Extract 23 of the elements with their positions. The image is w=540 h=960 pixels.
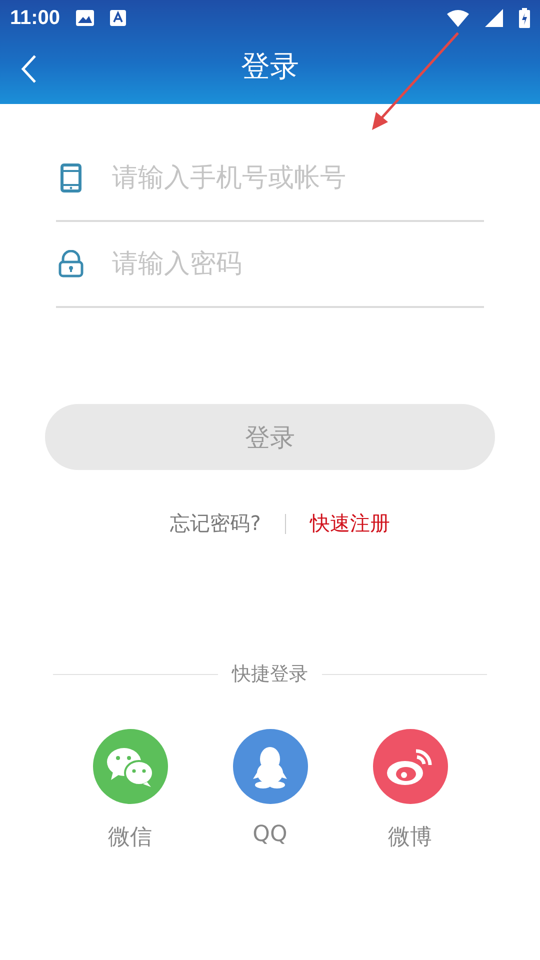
social-login-button[interactable]: 微博 <box>372 729 448 852</box>
page-title: 登录 <box>241 48 299 85</box>
social-login-button[interactable]: 微信 <box>92 729 168 852</box>
phone-icon <box>60 163 82 193</box>
image-icon <box>76 10 94 26</box>
battery-icon <box>519 8 530 28</box>
social-label: 微信 <box>108 824 152 852</box>
social-login-button[interactable]: QQ <box>232 729 308 852</box>
input-field[interactable]: 请输入密码 <box>110 248 484 280</box>
input-field[interactable]: 请输入手机号或帐号 <box>110 162 484 194</box>
social-label: 微博 <box>388 824 432 852</box>
register-link[interactable]: 快速注册 <box>310 510 390 537</box>
social-label: QQ <box>252 822 288 847</box>
signal-icon <box>485 9 503 27</box>
forgot-password-link[interactable]: 忘记密码? <box>170 510 261 537</box>
lock-icon <box>58 250 84 278</box>
status-time: 11:00 <box>10 6 60 30</box>
text-icon <box>110 10 126 26</box>
penguin-icon <box>252 744 288 788</box>
chat-bubbles-icon <box>105 746 155 788</box>
eye-waves-icon <box>386 746 434 786</box>
wifi-icon <box>447 10 469 26</box>
quick-login-title: 快捷登录 <box>232 662 308 687</box>
